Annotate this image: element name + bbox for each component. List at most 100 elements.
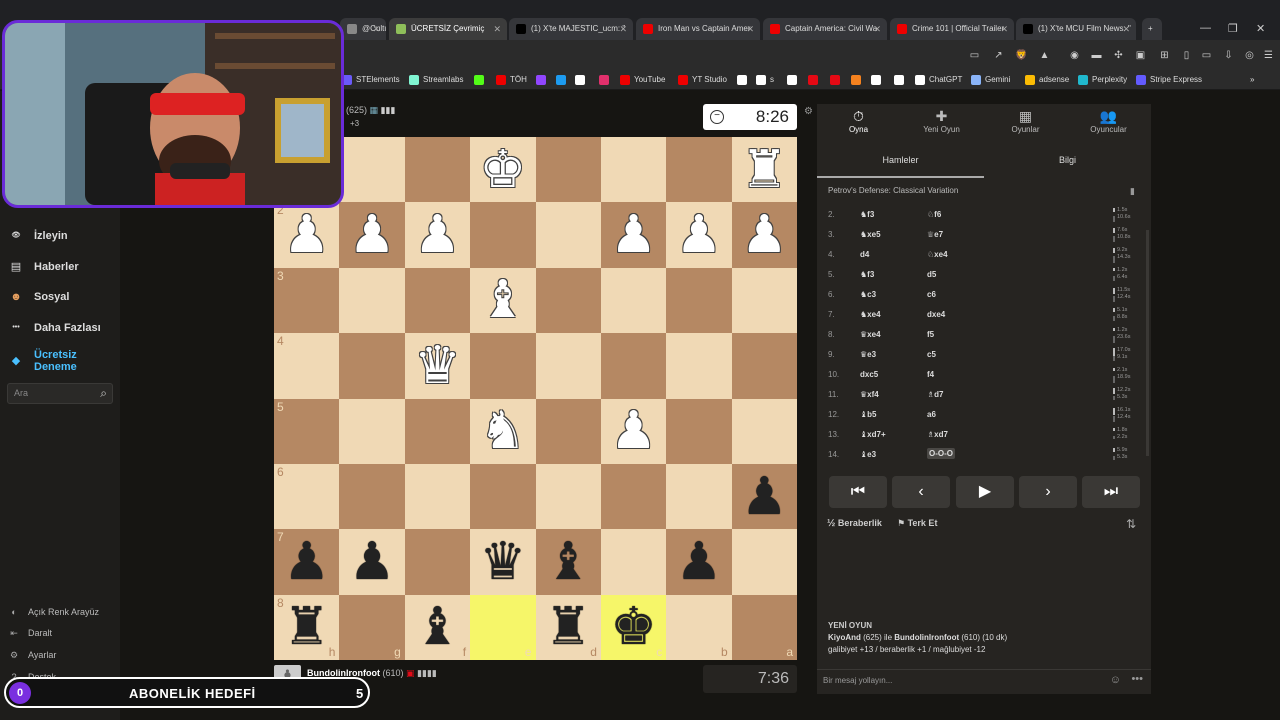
board-square[interactable]: ♟ (731, 202, 797, 268)
board-square[interactable]: c ♚ (600, 594, 667, 660)
board-square[interactable] (600, 267, 667, 334)
white-move[interactable]: ♞f3 (860, 270, 874, 279)
white-move[interactable]: ♝e3 (860, 450, 876, 459)
white-move[interactable]: ♛xf4 (860, 390, 879, 399)
black-rook-icon[interactable]: ♜ (274, 595, 339, 660)
bookmark-item[interactable]: ChatGPT (915, 73, 962, 87)
white-queen-icon[interactable]: ♛ (405, 333, 470, 398)
black-move[interactable]: c6 (927, 290, 936, 299)
black-move[interactable]: dxe4 (927, 310, 945, 319)
board-square[interactable] (600, 463, 667, 530)
next-move-button[interactable]: › (1019, 476, 1077, 508)
board-square[interactable] (535, 463, 601, 530)
board-square[interactable]: ♛ (470, 529, 536, 595)
theme-toggle[interactable]: ◐ Açık Renk Arayüz (8, 605, 99, 619)
white-pawn-icon[interactable]: ♟ (601, 399, 666, 464)
close-tab-icon[interactable]: ✕ (1122, 18, 1130, 40)
white-move[interactable]: ♞f3 (860, 210, 874, 219)
board-square[interactable] (600, 529, 667, 595)
search-input[interactable]: Ara ⌕ (7, 383, 113, 404)
board-square[interactable]: ♟ (339, 202, 405, 268)
browser-tab[interactable]: Crime 101 | Official Trailer ✕ (890, 18, 1014, 40)
close-tab-icon[interactable]: ✕ (619, 18, 627, 40)
bookmark-item[interactable]: YT Studio (678, 73, 727, 87)
black-pawn-icon[interactable]: ♟ (339, 529, 404, 594)
board-square[interactable]: 2 ♟ (274, 202, 340, 268)
board-square[interactable] (339, 267, 405, 334)
brave-icon[interactable]: 🦁 (1015, 49, 1028, 62)
board-square[interactable]: ♟ (600, 398, 667, 464)
board-square[interactable]: ♞ (470, 398, 536, 464)
board-square[interactable] (731, 267, 797, 334)
board-square[interactable]: ♟ (731, 463, 797, 530)
board-square[interactable] (535, 137, 601, 203)
cast-icon[interactable]: ▭ (968, 49, 981, 62)
board-square[interactable]: 6 (274, 463, 340, 530)
board-square[interactable]: ♟ (339, 529, 405, 595)
board-square[interactable] (470, 333, 536, 399)
bookmark-item[interactable]: Gemini (971, 73, 1010, 87)
board-square[interactable]: 8 h ♜ (274, 594, 340, 660)
board-square[interactable]: ♜ (731, 137, 797, 203)
first-move-button[interactable]: ⏮ (829, 476, 887, 508)
minimize-icon[interactable]: — (1200, 22, 1211, 34)
board-square[interactable]: e (470, 594, 536, 660)
tab-info[interactable]: Bilgi (984, 148, 1151, 178)
black-move[interactable]: d5 (927, 270, 936, 279)
settings-button[interactable]: ⚙ Ayarlar (8, 648, 56, 662)
board-square[interactable] (339, 398, 405, 464)
play-button[interactable]: ▶ (956, 476, 1014, 508)
board-square[interactable] (600, 333, 667, 399)
board-square[interactable] (404, 398, 471, 464)
board-square[interactable] (666, 267, 732, 334)
black-move[interactable]: f5 (927, 330, 934, 339)
white-bishop-icon[interactable]: ♝ (470, 268, 535, 333)
close-window-icon[interactable]: ✕ (1256, 22, 1265, 35)
board-square[interactable]: ♟ (666, 202, 732, 268)
board-square[interactable]: f ♝ (404, 594, 471, 660)
flip-board-icon[interactable]: ⇅ (1126, 517, 1136, 531)
extension-icon[interactable]: ◉ (1068, 49, 1081, 62)
bookmark-item[interactable]: Stripe Express (1136, 73, 1202, 87)
previous-move-button[interactable]: ‹ (892, 476, 950, 508)
black-move[interactable]: ♗d7 (927, 390, 944, 399)
board-square[interactable] (535, 267, 601, 334)
tab-moves[interactable]: Hamleler (817, 148, 984, 178)
black-move[interactable]: ♕e7 (927, 230, 943, 239)
black-move[interactable]: f4 (927, 370, 934, 379)
more-options-icon[interactable]: ••• (1131, 673, 1143, 685)
board-square[interactable]: 7 ♟ (274, 529, 340, 595)
sidebar-item[interactable]: ▤ Haberler (8, 258, 79, 276)
board-square[interactable]: ♟ (404, 202, 471, 268)
download-icon[interactable]: ⇩ (1222, 49, 1235, 62)
bookmark-item[interactable]: Perplexity (1078, 73, 1127, 87)
puzzle-icon[interactable]: ✣ (1112, 49, 1125, 62)
bookmark-item[interactable] (787, 73, 801, 87)
board-square[interactable] (731, 398, 797, 464)
black-pawn-icon[interactable]: ♟ (666, 529, 731, 594)
board-square[interactable] (339, 333, 405, 399)
black-king-icon[interactable]: ♚ (601, 595, 666, 660)
browser-tab[interactable]: (1) X'te MCU Film News: " ✕ (1016, 18, 1136, 40)
wallet-icon[interactable]: ▭ (1200, 49, 1213, 62)
collapse-button[interactable]: ⇤ Daralt (8, 626, 52, 640)
board-square[interactable] (666, 398, 732, 464)
new-tab-button[interactable]: + (1142, 18, 1162, 40)
player-link-black[interactable]: BundolinIronfoot (894, 633, 959, 642)
white-pawn-icon[interactable]: ♟ (274, 202, 339, 267)
close-tab-icon[interactable]: ✕ (493, 18, 501, 40)
board-square[interactable] (666, 463, 732, 530)
sidebar-item-free-trial[interactable]: ◆ Ücretsiz Deneme (8, 349, 77, 377)
black-bishop-icon[interactable]: ♝ (405, 595, 470, 660)
white-move[interactable]: ♝b5 (860, 410, 877, 419)
draw-button[interactable]: ½ Beraberlik (827, 518, 882, 529)
white-pawn-icon[interactable]: ♟ (405, 202, 470, 267)
panel-tab[interactable]: ⏱ Oyna (817, 104, 900, 142)
board-square[interactable]: 4 (274, 333, 340, 399)
board-square[interactable] (404, 137, 471, 203)
board-square[interactable] (470, 202, 536, 268)
board-square[interactable] (535, 202, 601, 268)
black-rook-icon[interactable]: ♜ (536, 595, 601, 660)
board-square[interactable]: g (339, 594, 405, 660)
black-move[interactable]: a6 (927, 410, 936, 419)
